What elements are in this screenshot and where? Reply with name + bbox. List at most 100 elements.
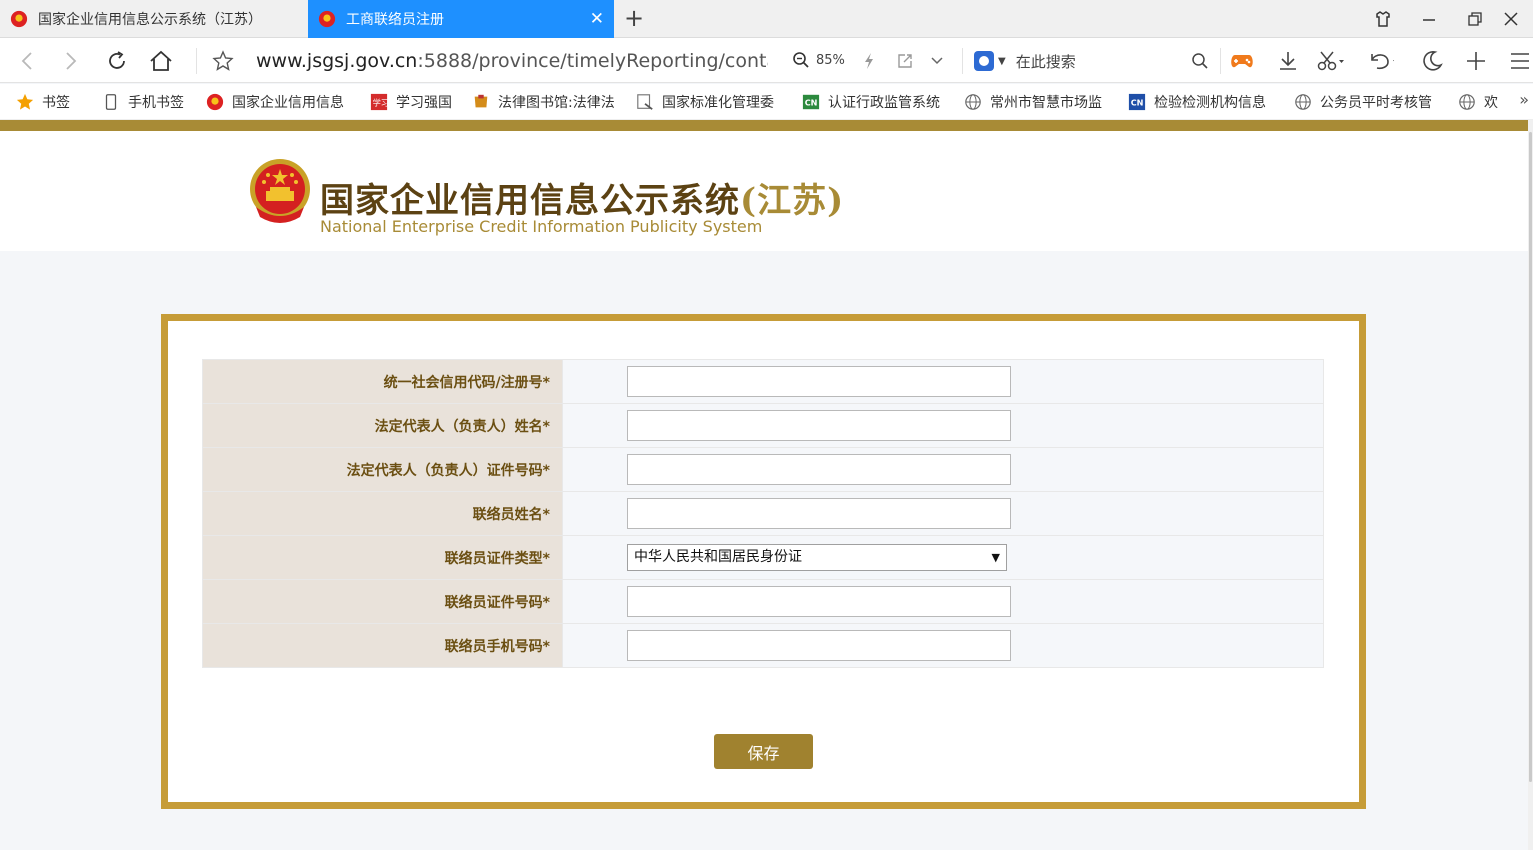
bookmark-item[interactable]: 欢 [1458, 92, 1498, 112]
contact-phone-input[interactable] [627, 630, 1011, 661]
share-icon[interactable] [892, 48, 918, 74]
contact-phone-label: 联络员手机号码* [202, 623, 563, 668]
selected-option: 中华人民共和国居民身份证 [634, 549, 802, 565]
system-subtitle: National Enterprise Credit Information P… [320, 217, 763, 236]
globe-icon [1295, 94, 1311, 110]
download-icon[interactable] [1274, 48, 1302, 74]
bookmark-label: 手机书签 [128, 95, 184, 111]
new-tab-icon[interactable]: + [624, 4, 644, 32]
bookmark-item[interactable]: 国家标准化管理委 [636, 92, 784, 112]
add-icon[interactable] [1462, 48, 1490, 74]
url-path: :5888/province/timelyReporting/contact/c… [417, 50, 768, 72]
svg-text:CN: CN [805, 98, 818, 108]
form-row-contact-id-type: 联络员证件类型* 中华人民共和国居民身份证 ▼ [202, 535, 1324, 580]
legal-rep-name-input[interactable] [627, 410, 1011, 441]
bookmark-label: 学习强国 [396, 95, 452, 111]
address-bar[interactable]: www.jsgsj.gov.cn:5888/province/timelyRep… [256, 49, 768, 73]
emblem-icon [206, 93, 224, 111]
contact-name-input[interactable] [627, 498, 1011, 529]
bookmark-label: 法律图书馆:法律法 [498, 95, 615, 111]
chevron-down-icon[interactable] [924, 48, 950, 74]
undo-icon[interactable] [1366, 48, 1394, 74]
bookmark-label: 检验检测机构信息 [1154, 95, 1266, 111]
bookmark-item[interactable]: 常州市智慧市场监 [964, 92, 1110, 112]
phone-icon [105, 94, 117, 110]
form-row-legal-rep-name: 法定代表人（负责人）姓名* [202, 403, 1324, 448]
form-row-contact-id-number: 联络员证件号码* [202, 579, 1324, 624]
zoom-level: 85% [816, 52, 845, 68]
national-emblem-icon [10, 10, 28, 28]
bookmark-label: 书签 [42, 95, 70, 111]
forward-icon[interactable] [58, 48, 84, 74]
credit-code-label: 统一社会信用代码/注册号* [202, 359, 563, 404]
scissors-icon[interactable] [1316, 48, 1344, 74]
vertical-scrollbar[interactable] [1528, 120, 1533, 850]
minimize-icon[interactable] [1406, 0, 1452, 38]
bookmark-label: 欢 [1484, 95, 1498, 111]
bookmark-item[interactable]: 公务员平时考核管 [1294, 92, 1442, 112]
bookmark-item[interactable]: 国家企业信用信息 [206, 92, 354, 112]
lightning-icon[interactable] [856, 48, 882, 74]
search-placeholder: 在此搜索 [1015, 52, 1076, 71]
search-engine-icon[interactable] [974, 51, 994, 71]
credit-code-input[interactable] [627, 366, 1011, 397]
search-box[interactable]: ▼ 在此搜索 [974, 46, 1214, 76]
contact-id-type-label: 联络员证件类型* [202, 535, 563, 580]
bookmark-star-icon[interactable] [210, 48, 236, 74]
zoom-control[interactable]: 85% [792, 51, 845, 69]
tab-bar: 国家企业信用信息公示系统（江苏） 工商联络员注册 ✕ + [0, 0, 1533, 38]
svg-text:学习: 学习 [373, 98, 388, 108]
bookmarks-bar: 书签 手机书签 国家企业信用信息 学习 学习强国 法律图书馆:法律法 国家标准化… [0, 84, 1533, 120]
dropdown-arrow-icon: ▼ [991, 551, 1000, 564]
inspect-icon: CN [1128, 93, 1146, 111]
home-icon[interactable] [148, 48, 174, 74]
legal-rep-name-label: 法定代表人（负责人）姓名* [202, 403, 563, 448]
game-controller-icon[interactable] [1228, 48, 1256, 74]
bookmark-item[interactable]: 手机书签 [102, 92, 184, 112]
skin-icon[interactable] [1360, 0, 1406, 38]
national-emblem-logo [250, 159, 310, 223]
bookmark-label: 认证行政监管系统 [828, 95, 940, 111]
standard-icon [637, 94, 653, 110]
back-icon[interactable] [14, 48, 40, 74]
page-content: 国家企业信用信息公示系统(江苏) National Enterprise Cre… [0, 120, 1528, 850]
title-text: 国家企业信用信息公示系统 [320, 181, 740, 221]
bookmark-item[interactable]: 学习 学习强国 [370, 92, 452, 112]
bookmark-item[interactable]: 法律图书馆:法律法 [472, 92, 622, 112]
form-row-contact-phone: 联络员手机号码* [202, 623, 1324, 668]
bookmark-item[interactable]: CN 检验检测机构信息 [1128, 92, 1276, 112]
scrollbar-thumb[interactable] [1529, 132, 1532, 782]
contact-id-number-input[interactable] [627, 586, 1011, 617]
bookmark-label: 国家标准化管理委 [662, 95, 774, 111]
contact-id-type-select[interactable]: 中华人民共和国居民身份证 ▼ [627, 544, 1007, 571]
close-icon[interactable]: ✕ [590, 9, 604, 29]
search-icon[interactable] [1186, 48, 1214, 74]
bookmark-label: 公务员平时考核管 [1320, 95, 1432, 111]
tab-credit-system[interactable]: 国家企业信用信息公示系统（江苏） [0, 0, 300, 38]
form-row-legal-rep-id: 法定代表人（负责人）证件号码* [202, 447, 1324, 492]
night-mode-icon[interactable] [1418, 48, 1446, 74]
province-text: (江苏) [740, 181, 845, 221]
cert-icon: CN [802, 94, 820, 110]
reload-icon[interactable] [104, 48, 130, 74]
close-window-icon[interactable] [1488, 0, 1533, 38]
header-strip [0, 120, 1528, 131]
zoom-icon [793, 52, 809, 68]
system-title: 国家企业信用信息公示系统(江苏) [320, 173, 844, 222]
contact-id-number-label: 联络员证件号码* [202, 579, 563, 624]
legal-rep-id-label: 法定代表人（负责人）证件号码* [202, 447, 563, 492]
legal-rep-id-input[interactable] [627, 454, 1011, 485]
caret-down-icon[interactable]: ▼ [998, 56, 1006, 67]
url-host: www.jsgsj.gov.cn [256, 50, 418, 72]
tab-contact-register[interactable]: 工商联络员注册 ✕ [308, 0, 614, 38]
navigation-bar: www.jsgsj.gov.cn:5888/province/timelyRep… [0, 38, 1533, 83]
bookmark-label: 国家企业信用信息 [232, 95, 344, 111]
save-button[interactable]: 保存 [714, 734, 813, 769]
bookmark-item[interactable]: 书签 [16, 92, 70, 112]
bookmark-item[interactable]: CN 认证行政监管系统 [802, 92, 940, 112]
form-table: 统一社会信用代码/注册号* 法定代表人（负责人）姓名* 法定代表人（负责人）证件… [202, 359, 1324, 668]
svg-text:CN: CN [1131, 98, 1144, 108]
form-row-credit-code: 统一社会信用代码/注册号* [202, 359, 1324, 404]
chevron-double-right-icon[interactable]: » [1519, 90, 1529, 109]
menu-icon[interactable] [1506, 48, 1533, 74]
